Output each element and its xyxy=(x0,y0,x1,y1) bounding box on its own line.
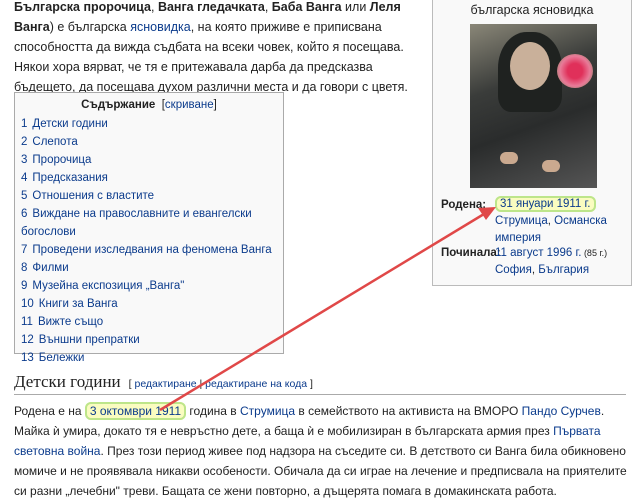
arrow-head-icon xyxy=(478,207,496,220)
arrow-line xyxy=(160,214,484,410)
annotation-arrow xyxy=(0,0,640,499)
